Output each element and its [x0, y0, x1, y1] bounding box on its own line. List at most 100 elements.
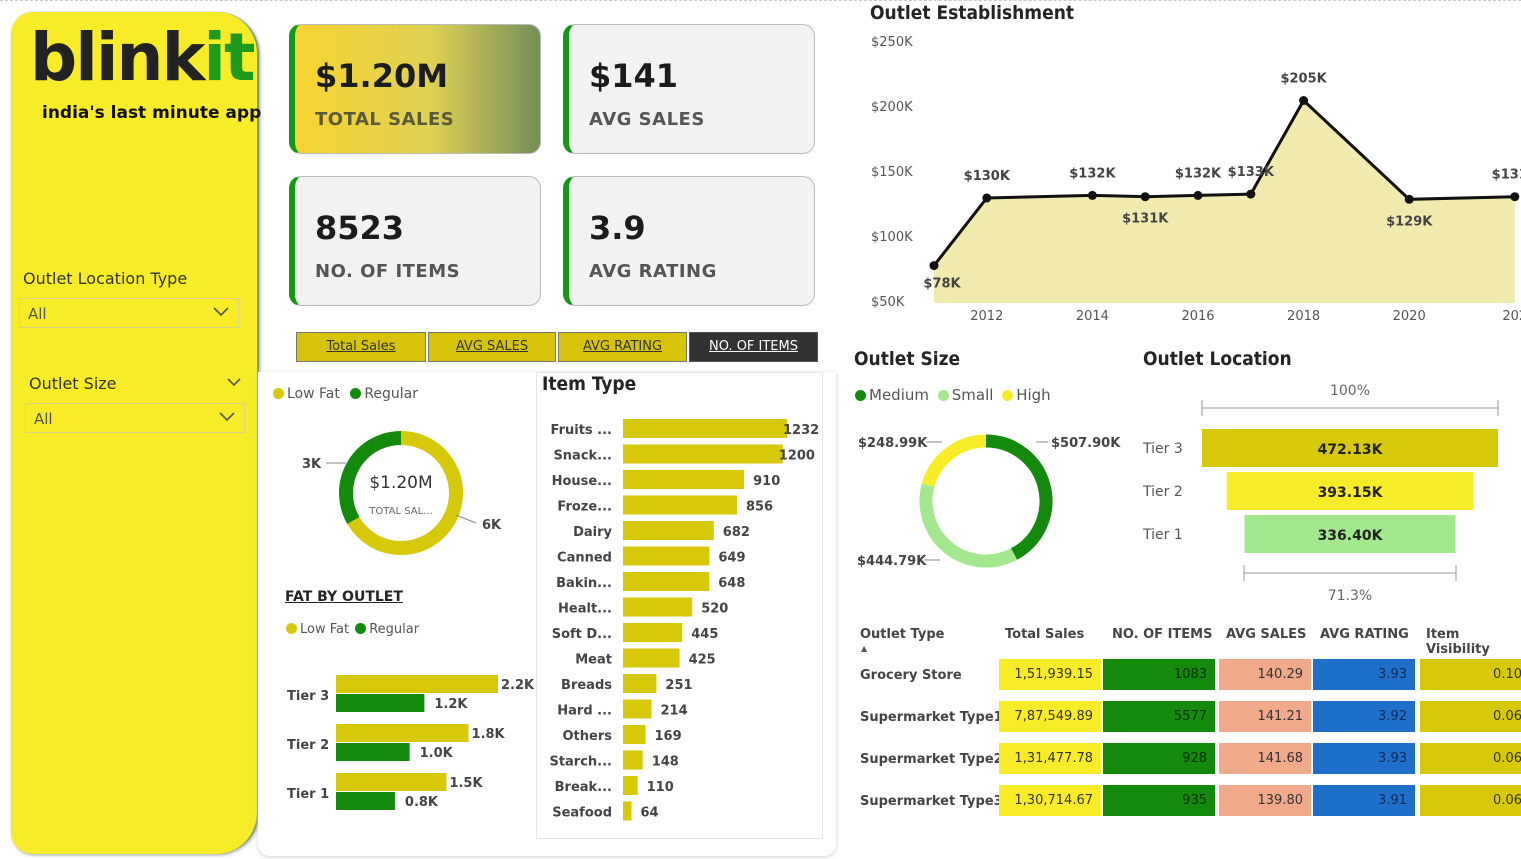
tagline: india's last minute app	[42, 103, 262, 123]
outlet-size-label-medium: $507.90K	[1051, 436, 1121, 451]
outlet-size-chart: $248.99K $507.90K $444.79K	[857, 434, 1121, 569]
funnel-category-label: Tier 1	[1142, 527, 1183, 543]
item-type-category-label: Break...	[555, 780, 612, 795]
fat-donut-label-regular: 3K	[302, 457, 322, 472]
size-filter-dropdown[interactable]: All	[25, 403, 245, 433]
size-filter-value: All	[34, 410, 53, 428]
outlet-size-legend: Medium Small High	[855, 386, 1051, 404]
establishment-point-label: $133K	[1228, 165, 1275, 180]
fat-outlet-bar	[336, 694, 425, 712]
fat-outlet-bar	[336, 724, 469, 742]
item-type-bar	[623, 674, 657, 693]
establishment-point-label: $132K	[1069, 166, 1116, 181]
y-tick-label: $250K	[871, 35, 913, 50]
item-type-category-label: Froze...	[557, 500, 612, 515]
table-header-3[interactable]: AVG SALES	[1226, 627, 1306, 642]
item-type-value-label: 169	[654, 729, 681, 744]
leader-line	[455, 514, 477, 524]
fat-by-outlet-title: FAT BY OUTLET	[285, 589, 403, 605]
fat-by-outlet-chart: Tier 3 2.2K 1.2K Tier 2 1.8K 1.0K Tier 1 1.5K 0.…	[287, 675, 535, 810]
tab-avg-sales[interactable]: AVG SALES	[428, 332, 556, 362]
table-cell: 928	[1103, 743, 1215, 774]
funnel-bottom-pct: 71.3%	[1328, 588, 1372, 604]
funnel-value-label: 393.15K	[1318, 485, 1384, 501]
table-header-4[interactable]: AVG RATING	[1320, 627, 1409, 642]
outlet-size-label-small: $444.79K	[857, 554, 927, 569]
funnel-top-pct: 100%	[1330, 383, 1370, 399]
outlet-size-slice-1	[919, 483, 1018, 568]
establishment-point	[1087, 190, 1097, 200]
top-border	[0, 0, 1521, 1]
table-cell: 0.10	[1420, 659, 1521, 690]
size-filter-collapse-icon[interactable]	[226, 376, 242, 388]
item-type-category-label: Meat	[575, 653, 612, 668]
item-type-bar	[623, 776, 638, 795]
fat-outlet-bar-label: 1.5K	[449, 776, 483, 791]
tab-avg-rating[interactable]: AVG RATING	[558, 332, 687, 362]
legend-small: Small	[951, 386, 994, 404]
item-type-bar	[623, 801, 632, 821]
item-type-bar	[623, 572, 710, 591]
x-tick-label: 2020	[1393, 309, 1426, 324]
item-type-value-label: 520	[701, 602, 728, 617]
kpi-avg-sales-label: AVG SALES	[589, 109, 705, 130]
table-header-1[interactable]: Total Sales	[1005, 627, 1084, 642]
outlet-location-title: Outlet Location	[1143, 348, 1292, 370]
x-tick-label: 2014	[1076, 309, 1109, 324]
table-cell: 5577	[1103, 701, 1215, 732]
tab-no-of-items[interactable]: NO. OF ITEMS	[689, 332, 818, 362]
fat-outlet-bar-label: 1.2K	[434, 697, 468, 712]
outlet-size-slice-0	[985, 434, 1053, 560]
item-type-category-label: Bakin...	[556, 576, 612, 591]
table-cell: 3.93	[1313, 743, 1415, 774]
fat-donut-legend: Low Fat Regular	[273, 386, 418, 402]
fat-outlet-category-label: Tier 1	[287, 787, 329, 802]
fat-donut-chart: 3K 6K $1.20M TOTAL SAL...	[302, 431, 502, 555]
item-type-value-label: 64	[641, 806, 659, 821]
x-tick-label: 2016	[1181, 309, 1214, 324]
legend-regular: Regular	[364, 386, 419, 402]
kpi-items-label: NO. OF ITEMS	[315, 261, 461, 282]
item-type-value-label: 910	[753, 474, 780, 489]
table-cell: 141.68	[1219, 743, 1311, 774]
establishment-point	[1299, 96, 1309, 105]
outlet-location-chart: 100% 71.3% Tier 3 472.13K Tier 2 393.15K Tie…	[1142, 383, 1499, 604]
establishment-point-label: $132K	[1175, 166, 1222, 181]
table-cell: 1083	[1103, 659, 1215, 690]
tab-total-sales[interactable]: Total Sales	[296, 332, 426, 362]
fat-outlet-category-label: Tier 3	[287, 689, 329, 704]
medium-legend-dot	[855, 390, 866, 401]
sort-ascending-icon: ▲	[861, 644, 868, 653]
chevron-down-icon	[213, 307, 229, 317]
location-filter-label: Outlet Location Type	[23, 269, 188, 288]
table-row-name: Supermarket Type1	[860, 710, 1003, 725]
item-type-bar	[623, 725, 646, 744]
table-cell: 0.06	[1420, 743, 1521, 774]
table-row-name: Supermarket Type2	[860, 752, 1003, 767]
item-type-category-label: Snack...	[553, 449, 612, 464]
establishment-point-label: $205K	[1280, 72, 1327, 87]
table-header-2[interactable]: NO. OF ITEMS	[1112, 627, 1212, 642]
funnel-category-label: Tier 3	[1142, 441, 1183, 457]
establishment-chart: $250K $200K $150K $100K $50K 2012 2014 2016 2018…	[871, 35, 1521, 324]
item-type-value-label: 445	[691, 627, 718, 642]
item-type-category-label: Canned	[557, 551, 612, 566]
establishment-point	[982, 193, 992, 203]
establishment-point-label: $130K	[964, 169, 1011, 184]
item-type-category-label: Others	[563, 729, 613, 744]
location-filter-dropdown[interactable]: All	[19, 298, 239, 328]
brand-logo: blinkit	[30, 19, 256, 96]
funnel-value-label: 336.40K	[1318, 528, 1384, 544]
item-type-category-label: Fruits ...	[551, 423, 612, 438]
table-cell: 0.06	[1420, 785, 1521, 816]
establishment-point	[1510, 192, 1520, 202]
table-header-0[interactable]: Outlet Type	[860, 627, 944, 642]
table-cell: 0.06	[1420, 701, 1521, 732]
table-cell: 1,30,714.67	[999, 785, 1101, 816]
establishment-point-label: $129K	[1386, 214, 1433, 229]
kpi-total-sales-value: $1.20M	[315, 57, 449, 95]
funnel-value-label: 472.13K	[1318, 442, 1384, 458]
chevron-down-icon	[219, 412, 235, 422]
table-header-5[interactable]: Item Visibility	[1426, 627, 1521, 657]
x-tick-label: 202	[1502, 309, 1521, 324]
